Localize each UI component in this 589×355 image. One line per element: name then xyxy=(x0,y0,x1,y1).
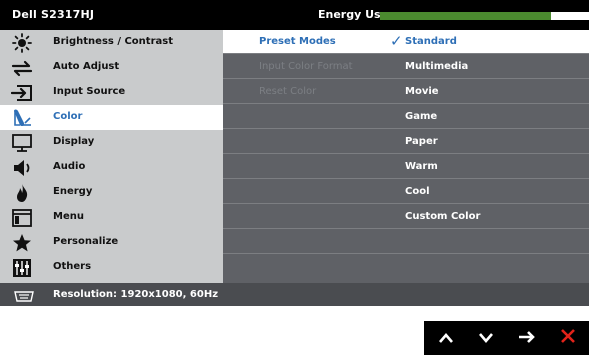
speaker-icon xyxy=(9,157,35,178)
menu-item-label: Auto Adjust xyxy=(53,61,120,72)
checkmark-icon: ✓ xyxy=(390,32,403,50)
down-arrow-icon xyxy=(478,329,494,348)
option-movie[interactable]: Movie xyxy=(405,86,439,97)
up-arrow-icon xyxy=(438,329,454,348)
reset-color-row: Reset Color Movie xyxy=(223,80,589,104)
reset-color-label: Reset Color xyxy=(259,86,317,97)
preset-modes-label[interactable]: Preset Modes xyxy=(259,36,336,47)
menu-item-audio[interactable]: Audio xyxy=(0,155,223,180)
menu-item-display[interactable]: Display xyxy=(0,130,223,155)
menu-item-personalize[interactable]: Personalize xyxy=(0,230,223,255)
input-color-format-row: Input Color Format Multimedia xyxy=(223,55,589,79)
submenu-row xyxy=(223,230,589,254)
menu-item-others[interactable]: Others xyxy=(0,255,223,280)
osd-window: Dell S2317HJ Energy Use Brightness / Con… xyxy=(0,0,589,306)
star-icon xyxy=(9,232,35,253)
flame-icon xyxy=(9,182,35,203)
menu-item-menu[interactable]: Menu xyxy=(0,205,223,230)
submenu-row: Custom Color xyxy=(223,205,589,229)
submenu-row: Paper xyxy=(223,130,589,154)
close-icon xyxy=(560,328,576,348)
option-paper[interactable]: Paper xyxy=(405,136,438,147)
navigation-buttons xyxy=(424,321,589,355)
option-multimedia[interactable]: Multimedia xyxy=(405,61,468,72)
title-bar: Dell S2317HJ Energy Use xyxy=(0,0,589,30)
sliders-icon xyxy=(9,257,35,278)
menu-item-input-source[interactable]: Input Source xyxy=(0,80,223,105)
submenu-panel: Preset Modes ✓ Standard Input Color Form… xyxy=(223,30,589,283)
menu-item-auto-adjust[interactable]: Auto Adjust xyxy=(0,55,223,80)
up-button[interactable] xyxy=(426,321,466,355)
submenu-row: Warm xyxy=(223,155,589,179)
menu-window-icon xyxy=(9,207,35,228)
menu-item-label: Display xyxy=(53,136,95,147)
submenu-row: Cool xyxy=(223,180,589,204)
main-menu: Brightness / Contrast Auto Adjust Input … xyxy=(0,30,223,283)
menu-item-label: Input Source xyxy=(53,86,126,97)
menu-item-label: Color xyxy=(53,111,83,122)
exit-button[interactable] xyxy=(548,321,588,355)
energy-use-fill xyxy=(380,12,552,20)
menu-item-brightness-contrast[interactable]: Brightness / Contrast xyxy=(0,30,223,55)
display-port-icon xyxy=(12,288,36,307)
option-game[interactable]: Game xyxy=(405,111,437,122)
color-palette-icon xyxy=(9,107,35,128)
menu-item-label: Energy xyxy=(53,186,93,197)
monitor-icon xyxy=(9,132,35,153)
right-arrow-icon xyxy=(518,329,536,348)
energy-use-meter xyxy=(380,12,589,20)
menu-item-label: Menu xyxy=(53,211,84,222)
energy-use-label: Energy Use xyxy=(318,8,389,21)
input-arrow-icon xyxy=(9,82,35,103)
down-button[interactable] xyxy=(466,321,506,355)
menu-item-color[interactable]: Color xyxy=(0,105,223,130)
status-bar: Resolution: 1920x1080, 60Hz xyxy=(0,283,589,306)
sun-icon xyxy=(9,32,35,53)
right-button[interactable] xyxy=(507,321,547,355)
resolution-info: Resolution: 1920x1080, 60Hz xyxy=(53,289,219,300)
monitor-model: Dell S2317HJ xyxy=(12,8,95,21)
menu-item-energy[interactable]: Energy xyxy=(0,180,223,205)
menu-item-label: Audio xyxy=(53,161,86,172)
swap-arrows-icon xyxy=(9,57,35,78)
option-custom-color[interactable]: Custom Color xyxy=(405,211,480,222)
submenu-row xyxy=(223,255,589,279)
option-warm[interactable]: Warm xyxy=(405,161,438,172)
preset-modes-row[interactable]: Preset Modes ✓ Standard xyxy=(223,30,589,54)
option-standard[interactable]: Standard xyxy=(405,36,457,47)
input-color-format-label: Input Color Format xyxy=(259,61,353,72)
menu-item-label: Others xyxy=(53,261,92,272)
option-cool[interactable]: Cool xyxy=(405,186,430,197)
menu-item-label: Personalize xyxy=(53,236,119,247)
submenu-row: Game xyxy=(223,105,589,129)
menu-item-label: Brightness / Contrast xyxy=(53,36,173,47)
